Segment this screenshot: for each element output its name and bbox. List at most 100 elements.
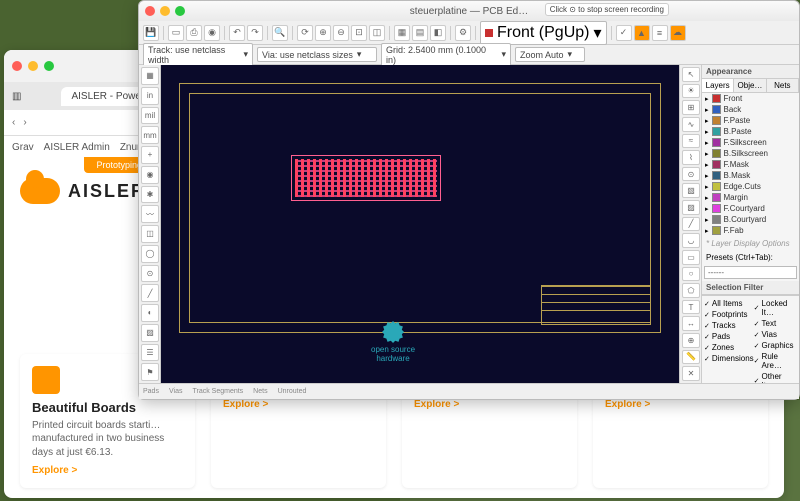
layer-row[interactable]: ▸Back (702, 104, 799, 115)
sidebar-icon[interactable]: ▥ (12, 91, 21, 102)
layer-row[interactable]: ▸Front (702, 93, 799, 104)
filter-check[interactable]: All Items (704, 298, 754, 309)
rect-icon[interactable]: ▭ (682, 250, 700, 265)
find-icon[interactable]: 🔍 (272, 25, 288, 41)
layer-row[interactable]: ▸F.Paste (702, 115, 799, 126)
min-dot[interactable] (160, 6, 170, 16)
route-icon[interactable]: ∿ (682, 117, 700, 132)
layer-row[interactable]: ▸B.Paste (702, 126, 799, 137)
grid-toggle-icon[interactable]: ▦ (141, 67, 159, 85)
close-dot[interactable] (12, 61, 22, 71)
units-mm-icon[interactable]: mm (141, 126, 159, 144)
layer-row[interactable]: ▸Edge.Cuts (702, 181, 799, 192)
zoom-sel-icon[interactable]: ◫ (369, 25, 385, 41)
filter-check[interactable]: Rule Are… (754, 351, 797, 371)
delete-icon[interactable]: ✕ (682, 366, 700, 381)
layer-row[interactable]: ▸F.Silkscreen (702, 137, 799, 148)
bookmark-item[interactable]: AISLER Admin (44, 142, 110, 153)
tool-icon[interactable]: ▤ (412, 25, 428, 41)
layer-swatch[interactable] (712, 149, 721, 158)
layer-swatch[interactable] (712, 116, 721, 125)
filter-check[interactable]: Vias (754, 329, 797, 340)
contrast-icon[interactable]: ◐ (141, 304, 159, 322)
back-icon[interactable]: ‹ (12, 117, 15, 128)
zone-icon[interactable]: ▨ (141, 324, 159, 342)
undo-icon[interactable]: ↶ (229, 25, 245, 41)
via-icon[interactable]: ⊙ (141, 265, 159, 283)
origin-icon[interactable]: ⊕ (682, 333, 700, 348)
aisler-icon[interactable]: ☁ (670, 25, 686, 41)
misc-icon[interactable]: ⚑ (141, 363, 159, 381)
filter-check[interactable]: Footprints (704, 309, 754, 320)
fwd-icon[interactable]: › (23, 117, 26, 128)
layer-swatch[interactable] (712, 204, 721, 213)
layer-swatch[interactable] (712, 160, 721, 169)
pcb-footprint[interactable] (291, 155, 441, 201)
layer-swatch[interactable] (712, 171, 721, 180)
layer-swatch[interactable] (712, 226, 721, 235)
min-dot[interactable] (28, 61, 38, 71)
layer-row[interactable]: ▸Margin (702, 192, 799, 203)
cursor-icon[interactable]: + (141, 146, 159, 164)
via-icon[interactable]: ⊙ (682, 167, 700, 182)
keepout-icon[interactable]: ▨ (682, 200, 700, 215)
filter-check[interactable]: Zones (704, 342, 754, 353)
zone-icon[interactable]: ▧ (682, 183, 700, 198)
via-select[interactable]: Via: use netclass sizes▾ (257, 47, 377, 62)
route-diff-icon[interactable]: ≈ (682, 134, 700, 149)
track-select[interactable]: Track: use netclass width▾ (143, 43, 253, 67)
units-in-icon[interactable]: in (141, 87, 159, 105)
ratsnest-icon[interactable]: ✱ (141, 186, 159, 204)
measure-icon[interactable]: 📏 (682, 350, 700, 365)
tab-objects[interactable]: Obje… (734, 79, 766, 92)
zoom-fit-icon[interactable]: ⊡ (351, 25, 367, 41)
tool-icon[interactable]: ◧ (430, 25, 446, 41)
zoom-out-icon[interactable]: ⊖ (333, 25, 349, 41)
track-icon[interactable]: ╱ (141, 284, 159, 302)
layer-swatch[interactable] (712, 182, 721, 191)
print-icon[interactable]: ⎙ (186, 25, 202, 41)
layer-row[interactable]: ▸F.Courtyard (702, 203, 799, 214)
max-dot[interactable] (175, 6, 185, 16)
redo-icon[interactable]: ↷ (247, 25, 263, 41)
layer-swatch[interactable] (712, 105, 721, 114)
arc-icon[interactable]: ◡ (682, 233, 700, 248)
select-icon[interactable]: ↖ (682, 67, 700, 82)
recording-badge[interactable]: Click ⊙ to stop screen recording (545, 3, 669, 16)
explore-link[interactable]: Explore > (605, 399, 756, 410)
filter-check[interactable]: Text (754, 318, 797, 329)
aisler-export-icon[interactable]: ▲ (634, 25, 650, 41)
units-mil-icon[interactable]: mil (141, 107, 159, 125)
bookmark-item[interactable]: Grav (12, 142, 34, 153)
filter-check[interactable]: Tracks (704, 320, 754, 331)
line-icon[interactable]: ╱ (682, 217, 700, 232)
layer-display-options[interactable]: * Layer Display Options (702, 236, 799, 251)
layer-select[interactable]: Front (PgUp)▾ (480, 21, 607, 45)
zoom-select[interactable]: Zoom Auto▾ (515, 47, 585, 62)
layer-swatch[interactable] (712, 94, 721, 103)
preset-select[interactable]: ------ (704, 266, 797, 279)
explore-link[interactable]: Explore > (414, 399, 565, 410)
tool-icon[interactable]: ⚙ (455, 25, 471, 41)
tool-icon[interactable]: ▦ (394, 25, 410, 41)
dim-icon[interactable]: ↔ (682, 316, 700, 331)
max-dot[interactable] (44, 61, 54, 71)
layer-swatch[interactable] (712, 193, 721, 202)
assign-icon[interactable]: ⊞ (682, 100, 700, 115)
layer-swatch[interactable] (712, 138, 721, 147)
tune-icon[interactable]: ⌇ (682, 150, 700, 165)
filter-check[interactable]: Pads (704, 331, 754, 342)
script-icon[interactable]: ≡ (652, 25, 668, 41)
layer-row[interactable]: ▸F.Mask (702, 159, 799, 170)
page-icon[interactable]: ▭ (168, 25, 184, 41)
explore-link[interactable]: Explore > (32, 465, 183, 476)
filter-check[interactable]: Graphics (754, 340, 797, 351)
explore-link[interactable]: Explore > (223, 399, 374, 410)
outline-icon[interactable]: ◫ (141, 225, 159, 243)
filter-check[interactable]: Dimensions (704, 353, 754, 364)
layers-icon[interactable]: ☰ (141, 344, 159, 362)
circle-icon[interactable]: ○ (682, 267, 700, 282)
highlight-icon[interactable]: ☀ (682, 84, 700, 99)
layer-swatch[interactable] (712, 127, 721, 136)
poly-icon[interactable]: ⬠ (682, 283, 700, 298)
